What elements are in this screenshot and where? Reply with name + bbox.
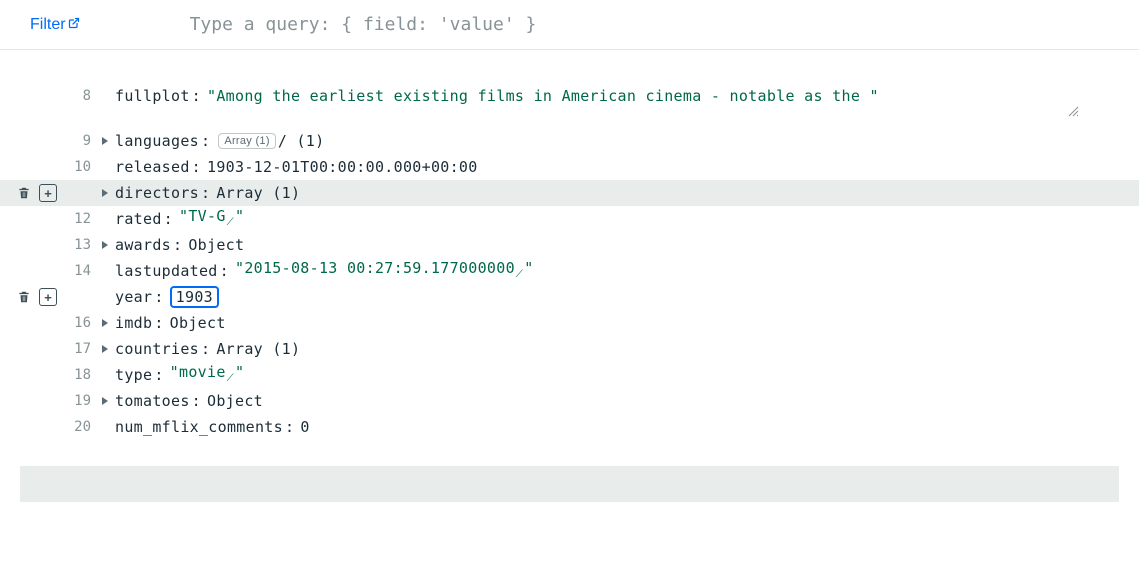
row-gutter: +: [0, 184, 63, 202]
delete-field-button[interactable]: [15, 288, 33, 306]
line-number: 17: [63, 336, 95, 362]
row-content: lastupdated : "2015-08-13 00:27:59.17700…: [115, 255, 534, 288]
line-number: 9: [63, 128, 95, 154]
field-key: tomatoes: [115, 388, 190, 414]
field-key: type: [115, 362, 152, 388]
line-number: 14: [63, 258, 95, 284]
caret-right-icon: [101, 188, 109, 198]
field-value[interactable]: 1903-12-01T00:00:00.000+00:00: [207, 154, 478, 180]
add-field-button[interactable]: +: [39, 288, 57, 306]
field-key: imdb: [115, 310, 152, 336]
colon: :: [152, 362, 169, 388]
add-field-button[interactable]: +: [39, 184, 57, 202]
colon: :: [162, 206, 179, 232]
line-number: 16: [63, 310, 95, 336]
caret-right-icon: [101, 344, 109, 354]
filter-bar: Filter: [0, 0, 1139, 50]
value-edit-input[interactable]: 1903: [170, 286, 219, 308]
line-number: 10: [63, 154, 95, 180]
caret-right-icon: [101, 318, 109, 328]
line-number: 20: [63, 414, 95, 440]
footer-bar: [20, 466, 1119, 502]
field-row-imdb: 16 imdb : Object: [0, 310, 1139, 336]
resize-glyph: ⟋: [227, 217, 234, 228]
document-area: 8 fullplot : "Among the earliest existin…: [0, 50, 1139, 502]
row-content: languages : Array (1) / (1): [115, 128, 324, 154]
field-value-suffix: / (1): [278, 128, 325, 154]
external-link-icon: [68, 17, 80, 29]
type-pill[interactable]: Array (1): [218, 133, 275, 149]
line-number: 18: [63, 362, 95, 388]
colon: :: [190, 388, 207, 414]
trash-icon: [17, 186, 31, 200]
caret-right-icon: [101, 136, 109, 146]
field-row-year: + year : 1903: [0, 284, 1139, 310]
expand-toggle[interactable]: [95, 318, 115, 328]
field-key: year: [115, 284, 152, 310]
field-key: released: [115, 154, 190, 180]
row-content: year : 1903: [115, 284, 219, 310]
field-row-lastupdated: 14 lastupdated : "2015-08-13 00:27:59.17…: [0, 258, 1139, 284]
field-value[interactable]: "TV-G⟋": [179, 203, 244, 236]
colon: :: [152, 284, 169, 310]
colon: :: [190, 154, 207, 180]
row-content: fullplot : "Among the earliest existing …: [115, 83, 879, 109]
field-key: num_mflix_comments: [115, 414, 283, 440]
expand-toggle[interactable]: [95, 396, 115, 406]
delete-field-button[interactable]: [15, 184, 33, 202]
field-key: fullplot: [115, 83, 190, 109]
filter-label: Filter: [30, 16, 66, 34]
row-content: num_mflix_comments : 0: [115, 414, 310, 440]
expand-toggle[interactable]: [95, 188, 115, 198]
field-key: lastupdated: [115, 258, 218, 284]
row-gutter: +: [0, 288, 63, 306]
row-content: rated : "TV-G⟋": [115, 203, 244, 236]
field-row-tomatoes: 19 tomatoes : Object: [0, 388, 1139, 414]
field-value[interactable]: 0: [300, 414, 309, 440]
expand-toggle[interactable]: [95, 344, 115, 354]
line-number: 8: [63, 83, 95, 109]
trash-icon: [17, 290, 31, 304]
field-key: rated: [115, 206, 162, 232]
expand-toggle[interactable]: [95, 136, 115, 146]
field-key: languages: [115, 128, 199, 154]
field-row-fullplot: 8 fullplot : "Among the earliest existin…: [0, 80, 1139, 112]
colon: :: [283, 414, 300, 440]
field-row-num-mflix-comments: 20 num_mflix_comments : 0: [0, 414, 1139, 440]
field-value[interactable]: Object: [207, 388, 263, 414]
row-content: released : 1903-12-01T00:00:00.000+00:00: [115, 154, 478, 180]
filter-link[interactable]: Filter: [30, 16, 80, 34]
field-row-released: 10 released : 1903-12-01T00:00:00.000+00…: [0, 154, 1139, 180]
resize-glyph: ⟋: [227, 373, 234, 384]
colon: :: [199, 128, 216, 154]
field-value[interactable]: "Among the earliest existing films in Am…: [207, 83, 879, 109]
row-content: type : "movie⟋": [115, 359, 244, 392]
row-content: imdb : Object: [115, 310, 226, 336]
field-row-rated: 12 rated : "TV-G⟋": [0, 206, 1139, 232]
line-number: 12: [63, 206, 95, 232]
line-number: 13: [63, 232, 95, 258]
field-value[interactable]: "2015-08-13 00:27:59.177000000⟋": [235, 255, 534, 288]
field-row-languages: 9 languages : Array (1) / (1): [0, 128, 1139, 154]
query-input[interactable]: [190, 14, 1109, 35]
colon: :: [218, 258, 235, 284]
colon: :: [152, 310, 169, 336]
colon: :: [190, 83, 207, 109]
caret-right-icon: [101, 396, 109, 406]
field-value[interactable]: "movie⟋": [170, 359, 245, 392]
line-number: 19: [63, 388, 95, 414]
resize-glyph: ⟋: [516, 269, 523, 280]
row-content: tomatoes : Object: [115, 388, 263, 414]
expand-toggle[interactable]: [95, 240, 115, 250]
caret-right-icon: [101, 240, 109, 250]
field-row-type: 18 type : "movie⟋": [0, 362, 1139, 388]
field-value[interactable]: Object: [170, 310, 226, 336]
